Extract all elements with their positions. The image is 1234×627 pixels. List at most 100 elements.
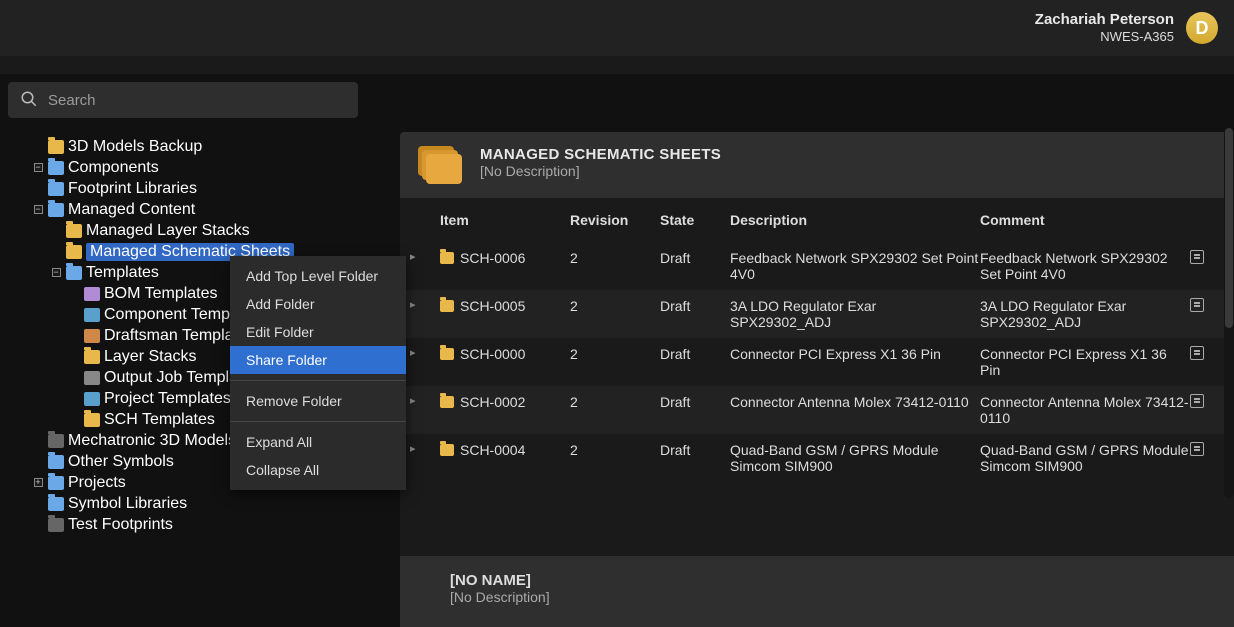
cell-description: Connector Antenna Molex 73412-0110	[730, 394, 980, 410]
tree-item[interactable]: Symbol Libraries	[0, 493, 400, 514]
card-icon[interactable]	[1190, 442, 1204, 456]
cell-state: Draft	[660, 394, 730, 410]
folder-icon	[48, 518, 64, 532]
collapse-icon[interactable]: −	[32, 204, 44, 216]
tree-spacer	[32, 498, 44, 510]
collapse-icon[interactable]: −	[50, 267, 62, 279]
cell-description: 3A LDO Regulator Exar SPX29302_ADJ	[730, 298, 980, 330]
table-row[interactable]: ▸SCH-00052Draft3A LDO Regulator Exar SPX…	[400, 290, 1234, 338]
tree-spacer	[50, 246, 62, 258]
avatar-initial: D	[1196, 18, 1209, 39]
search-box[interactable]	[8, 82, 358, 118]
cell-state: Draft	[660, 442, 730, 458]
cell-state: Draft	[660, 298, 730, 314]
file-icon	[440, 252, 454, 264]
folder-icon	[66, 224, 82, 238]
folder-icon	[84, 329, 100, 343]
tree-item-label: Managed Content	[68, 201, 195, 219]
collapse-icon[interactable]: −	[32, 162, 44, 174]
col-item[interactable]: Item	[440, 212, 570, 228]
user-org: NWES-A365	[1035, 29, 1174, 45]
cell-comment: Feedback Network SPX29302 Set Point 4V0	[980, 250, 1190, 282]
avatar[interactable]: D	[1186, 12, 1218, 44]
table-header: Item Revision State Description Comment	[400, 198, 1234, 242]
app-root: Zachariah Peterson NWES-A365 D 3D Models…	[0, 0, 1234, 621]
table-row[interactable]: ▸SCH-00042DraftQuad-Band GSM / GPRS Modu…	[400, 434, 1234, 482]
table-row[interactable]: ▸SCH-00022DraftConnector Antenna Molex 7…	[400, 386, 1234, 434]
user-text: Zachariah Peterson NWES-A365	[1035, 11, 1174, 45]
detail-footer: [NO NAME] [No Description]	[400, 556, 1234, 627]
tree-item[interactable]: −Components	[0, 157, 400, 178]
menu-item[interactable]: Edit Folder	[230, 318, 406, 346]
col-revision[interactable]: Revision	[570, 212, 660, 228]
tree-item[interactable]: Managed Layer Stacks	[0, 220, 400, 241]
cell-revision: 2	[570, 346, 660, 362]
menu-item[interactable]: Share Folder	[230, 346, 406, 374]
menu-item[interactable]: Remove Folder	[230, 387, 406, 415]
card-icon[interactable]	[1190, 250, 1204, 264]
menu-item[interactable]: Add Top Level Folder	[230, 262, 406, 290]
search-icon	[20, 90, 38, 111]
folder-stack-icon	[426, 154, 462, 184]
col-description[interactable]: Description	[730, 212, 980, 228]
row-expand-icon[interactable]: ▸	[410, 442, 422, 455]
tree-item[interactable]: 3D Models Backup	[0, 136, 400, 157]
file-icon	[440, 396, 454, 408]
tree-item-label: SCH Templates	[104, 411, 215, 429]
cell-comment: Quad-Band GSM / GPRS Module Simcom SIM90…	[980, 442, 1190, 474]
scrollbar-track[interactable]	[1224, 128, 1234, 498]
tree-item-label: Mechatronic 3D Models	[68, 432, 236, 450]
cell-item: SCH-0005	[460, 298, 525, 314]
content-header: MANAGED SCHEMATIC SHEETS [No Description…	[400, 132, 1234, 198]
cell-item: SCH-0004	[460, 442, 525, 458]
tree-spacer	[68, 330, 80, 342]
tree-item[interactable]: − Managed Content	[0, 199, 400, 220]
tree-spacer	[68, 309, 80, 321]
panel-title: MANAGED SCHEMATIC SHEETS	[480, 146, 721, 163]
cell-description: Connector PCI Express X1 36 Pin	[730, 346, 980, 362]
table-body: ▸SCH-00062DraftFeedback Network SPX29302…	[400, 242, 1234, 482]
tree-spacer	[68, 288, 80, 300]
top-bar: Zachariah Peterson NWES-A365 D	[0, 0, 1234, 56]
tree-item[interactable]: Footprint Libraries	[0, 178, 400, 199]
tree-spacer	[32, 141, 44, 153]
col-comment[interactable]: Comment	[980, 212, 1190, 228]
tree-spacer	[50, 225, 62, 237]
user-block[interactable]: Zachariah Peterson NWES-A365 D	[1035, 11, 1218, 45]
tree-panel: 3D Models Backup−ComponentsFootprint Lib…	[0, 132, 400, 627]
folder-icon	[84, 308, 100, 322]
folder-icon	[48, 203, 64, 217]
folder-icon	[48, 161, 64, 175]
cell-item: SCH-0000	[460, 346, 525, 362]
folder-icon	[48, 434, 64, 448]
cell-revision: 2	[570, 394, 660, 410]
main: 3D Models Backup−ComponentsFootprint Lib…	[0, 132, 1234, 627]
table-row[interactable]: ▸SCH-00062DraftFeedback Network SPX29302…	[400, 242, 1234, 290]
row-expand-icon[interactable]: ▸	[410, 298, 422, 311]
col-state[interactable]: State	[660, 212, 730, 228]
spacer-bar	[0, 56, 1234, 74]
card-icon[interactable]	[1190, 298, 1204, 312]
menu-item[interactable]: Collapse All	[230, 456, 406, 484]
context-menu[interactable]: Add Top Level FolderAdd FolderEdit Folde…	[230, 256, 406, 490]
folder-icon	[84, 413, 100, 427]
row-expand-icon[interactable]: ▸	[410, 250, 422, 263]
table-row[interactable]: ▸ SCH-0000 2DraftConnector PCI Express X1 …	[400, 338, 1234, 386]
scrollbar-thumb[interactable]	[1225, 128, 1233, 328]
tree-spacer	[68, 351, 80, 363]
cell-comment: 3A LDO Regulator Exar SPX29302_ADJ	[980, 298, 1190, 330]
cell-description: Quad-Band GSM / GPRS Module Simcom SIM90…	[730, 442, 980, 474]
folder-icon	[48, 455, 64, 469]
card-icon[interactable]	[1190, 346, 1204, 360]
cell-state: Draft	[660, 346, 730, 362]
card-icon[interactable]	[1190, 394, 1204, 408]
menu-item[interactable]: Add Folder	[230, 290, 406, 318]
menu-separator	[230, 421, 406, 422]
menu-item[interactable]: Expand All	[230, 428, 406, 456]
expand-icon[interactable]: +	[32, 477, 44, 489]
tree-item[interactable]: Test Footprints	[0, 514, 400, 535]
panel-subtitle: [No Description]	[480, 163, 721, 179]
row-expand-icon[interactable]: ▸	[410, 346, 422, 359]
row-expand-icon[interactable]: ▸	[410, 394, 422, 407]
search-input[interactable]	[48, 92, 346, 109]
